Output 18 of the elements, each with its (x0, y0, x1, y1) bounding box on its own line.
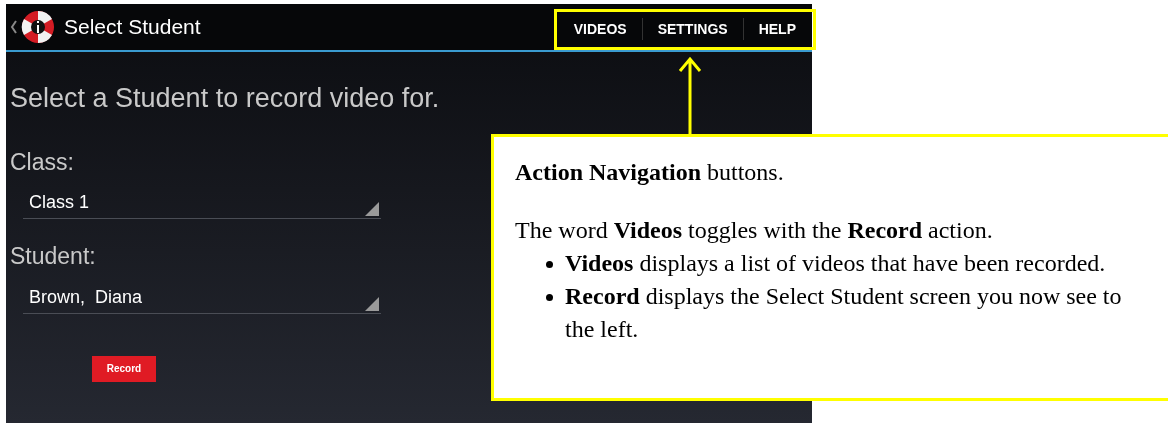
dropdown-arrow-icon (365, 296, 379, 311)
dropdown-arrow-icon (365, 202, 379, 216)
callout-text: The word Videos toggles with the Record action. (515, 216, 994, 245)
dropdown[interactable]: Class 1 (23, 189, 381, 219)
dropdown[interactable]: Brown, Diana (23, 283, 381, 314)
record-button[interactable]: Record (92, 355, 156, 382)
field-label: Student: (10, 242, 96, 271)
action-tab[interactable]: VIDEOS (558, 12, 642, 46)
field-label: Class: (10, 147, 74, 177)
action-tab[interactable]: SETTINGS (642, 12, 743, 46)
screen-title: Select Student (64, 14, 201, 41)
callout-title: Action Navigation buttons. (515, 158, 785, 187)
bullet-text: Videos displays a list of videos that have been recorded. (565, 249, 1107, 278)
action-tab[interactable]: HELP (743, 12, 811, 46)
bullet-icon (546, 261, 553, 268)
bullet-text: Record displays the Select Student screen you now see to the left. (565, 282, 1123, 344)
bullet-icon (546, 294, 553, 301)
page-heading: Select a Student to record video for. (10, 82, 440, 115)
